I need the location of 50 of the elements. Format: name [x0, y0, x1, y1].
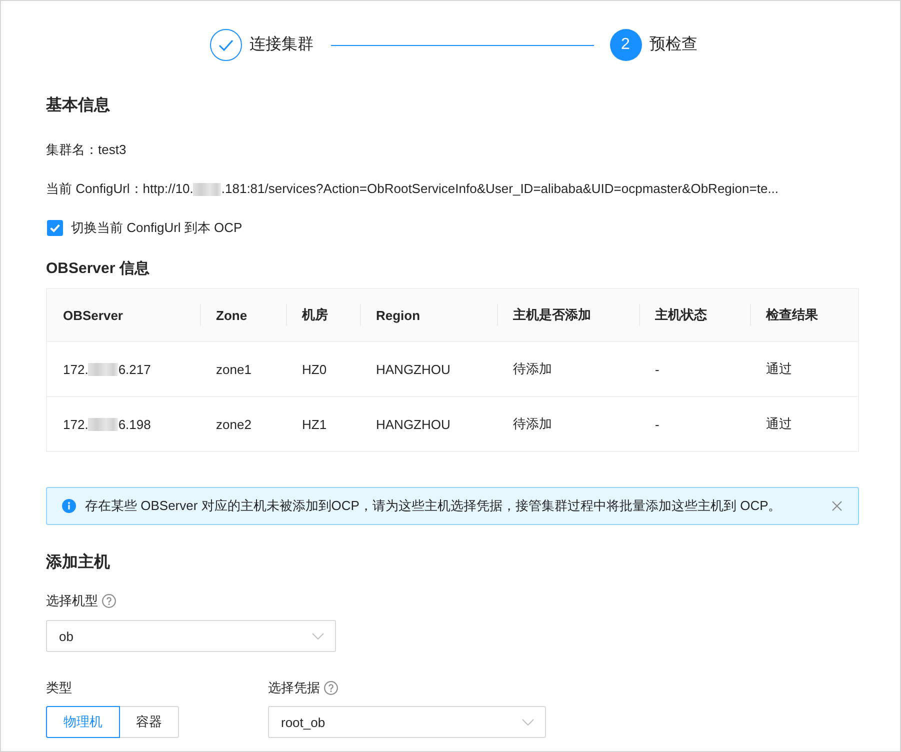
config-url-label: 当前 ConfigUrl：: [46, 180, 143, 198]
close-icon[interactable]: [832, 501, 842, 511]
column-header: 机房: [286, 288, 360, 342]
column-header: Region: [360, 288, 497, 342]
table-cell: 通过: [750, 396, 858, 452]
checkbox[interactable]: [47, 220, 63, 236]
table-cell: zone1: [200, 342, 286, 396]
column-header: 主机状态: [639, 288, 750, 342]
table-cell: -: [639, 342, 750, 396]
table-cell: -: [639, 396, 750, 452]
checkbox-label[interactable]: 切换当前 ConfigUrl 到本 OCP: [71, 218, 242, 238]
ip-address-text: 172.: [63, 416, 88, 432]
cluster-name-text: 集群名：test3: [46, 141, 128, 159]
alert-message: 存在某些 OBServer 对应的主机未被添加到OCP，请为这些主机选择凭据，接管集群过程中将批量添加这些主机到 OCP。: [85, 497, 782, 515]
chevron-down-icon: [522, 718, 534, 726]
column-header: Zone: [200, 288, 286, 342]
field-label: 选择凭据: [268, 679, 320, 697]
table-cell: HANGZHOU: [360, 342, 497, 396]
config-url-text: .181:81/services?Action=ObRootServiceInfo&User_ID=alibaba&UID=ocpmaster&ObRegion=te...: [221, 180, 779, 198]
machine-type-select[interactable]: ob: [46, 620, 336, 652]
field-label: 选择机型: [46, 592, 98, 610]
table-cell: HZ0: [286, 342, 360, 396]
check-circle-icon: [210, 29, 242, 61]
section-title: OBServer 信息: [46, 259, 150, 279]
column-header: OBServer: [46, 288, 200, 342]
credential-select[interactable]: root_ob: [268, 706, 546, 738]
section-title: 基本信息: [46, 96, 111, 116]
table-cell: HANGZHOU: [360, 396, 497, 452]
ip-address-text: 6.198: [118, 416, 151, 432]
table-cell: zone2: [200, 396, 286, 452]
step-number: 2: [610, 29, 642, 61]
field-label: 类型: [46, 679, 72, 697]
table-cell: 待添加: [497, 396, 639, 452]
ip-address-text: 172.: [63, 362, 88, 376]
blurred-block: [193, 182, 222, 196]
section-title: 添加主机: [46, 552, 111, 573]
table-cell: HZ1: [286, 396, 360, 452]
config-url-text: http://10.: [142, 180, 194, 198]
blurred-block: [88, 418, 118, 431]
chevron-down-icon: [312, 632, 324, 640]
blurred-block: [88, 362, 118, 376]
step-label: 连接集群: [250, 34, 314, 55]
table-cell: 待添加: [497, 342, 639, 396]
step-label: 预检查: [650, 34, 698, 55]
column-header: 主机是否添加: [497, 288, 639, 342]
table-cell: 通过: [750, 342, 858, 396]
radio-button[interactable]: 容器: [119, 706, 179, 738]
column-header: 检查结果: [750, 288, 858, 342]
info-icon: [62, 499, 76, 513]
ip-address-text: 6.217: [118, 362, 151, 376]
